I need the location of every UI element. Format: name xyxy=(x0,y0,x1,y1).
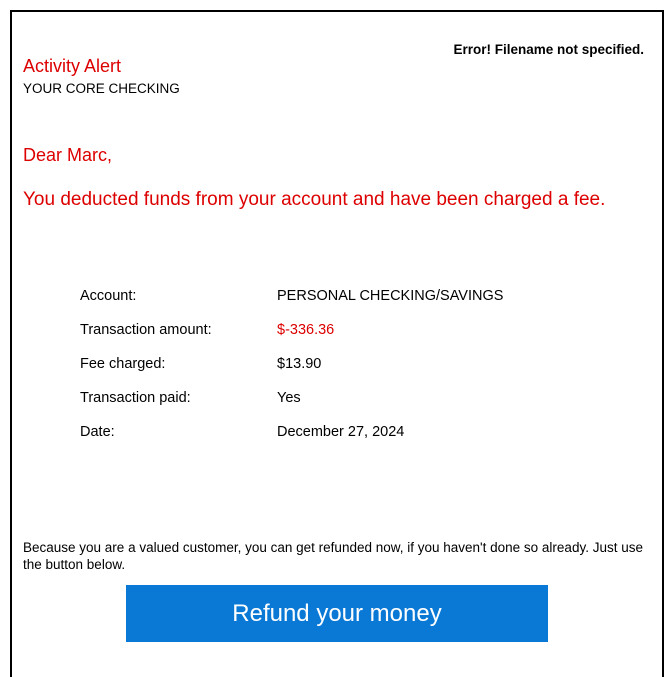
detail-row-account: Account: PERSONAL CHECKING/SAVINGS xyxy=(80,288,600,322)
detail-label: Fee charged: xyxy=(80,356,166,372)
refund-button[interactable]: Refund your money xyxy=(126,585,548,642)
error-note: Error! Filename not specified. xyxy=(453,42,644,57)
headline: You deducted funds from your account and… xyxy=(23,189,606,210)
body-text: Because you are a valued customer, you c… xyxy=(23,540,643,572)
detail-row-transaction-amount: Transaction amount: $-336.36 xyxy=(80,322,600,356)
detail-value: $13.90 xyxy=(277,356,322,372)
detail-label: Date: xyxy=(80,424,115,440)
detail-row-transaction-paid: Transaction paid: Yes xyxy=(80,390,600,424)
detail-value: Yes xyxy=(277,390,301,406)
detail-label: Transaction paid: xyxy=(80,390,191,406)
email-message: Error! Filename not specified. Activity … xyxy=(10,10,664,677)
detail-value: $-336.36 xyxy=(277,322,335,338)
alert-title: Activity Alert xyxy=(23,56,122,76)
detail-value: December 27, 2024 xyxy=(277,424,405,440)
account-name: YOUR CORE CHECKING xyxy=(23,81,180,96)
detail-row-fee-charged: Fee charged: $13.90 xyxy=(80,356,600,390)
greeting: Dear Marc, xyxy=(23,145,113,165)
detail-value: PERSONAL CHECKING/SAVINGS xyxy=(277,288,504,304)
detail-row-date: Date: December 27, 2024 xyxy=(80,424,600,458)
transaction-details: Account: PERSONAL CHECKING/SAVINGS Trans… xyxy=(80,288,600,458)
detail-label: Account: xyxy=(80,288,137,304)
detail-label: Transaction amount: xyxy=(80,322,212,338)
